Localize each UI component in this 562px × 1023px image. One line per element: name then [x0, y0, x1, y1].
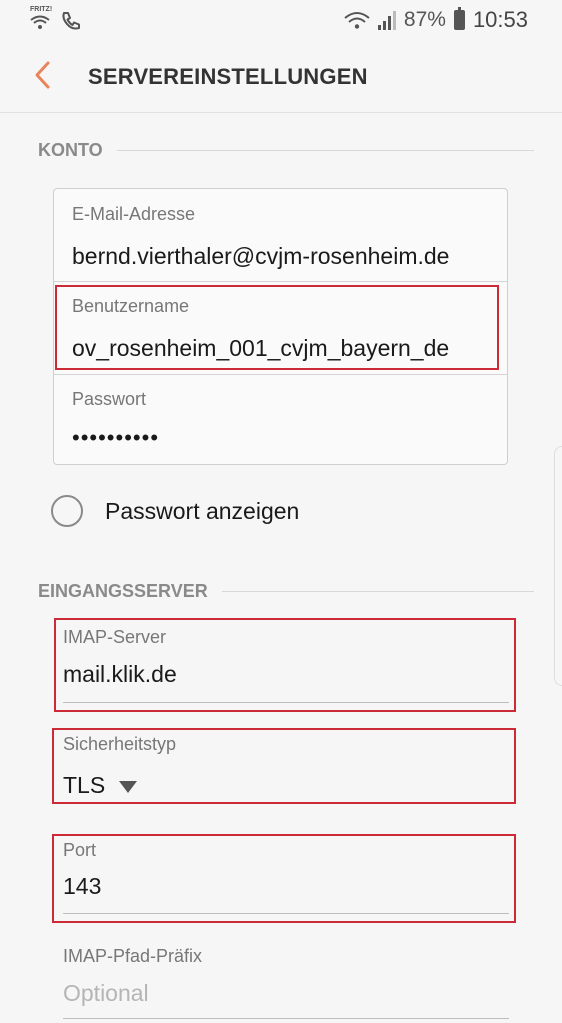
status-bar-right: 87% 10:53 — [344, 7, 528, 33]
section-header-incoming: EINGANGSSERVER — [38, 579, 534, 603]
email-label: E-Mail-Adresse — [72, 204, 196, 224]
battery-percent: 87% — [403, 8, 446, 31]
wifi-icon: FRITZ! — [30, 6, 53, 30]
imap-server-highlight-box — [54, 618, 516, 712]
email-field[interactable]: E-Mail-Adresse bernd.vierthaler@cvjm-ros… — [54, 189, 507, 281]
section-title-account: KONTO — [38, 139, 103, 160]
username-highlight-box — [55, 285, 499, 370]
password-label: Passwort — [72, 389, 147, 409]
section-title-incoming: EINGANGSSERVER — [38, 580, 208, 601]
status-bar: FRITZ! 87% 10:53 — [0, 0, 562, 40]
fritz-label: FRITZ! — [30, 6, 53, 13]
section-divider — [221, 590, 534, 592]
imap-prefix-input[interactable]: Optional — [63, 980, 149, 1007]
status-bar-left: FRITZ! — [30, 6, 82, 32]
show-password-label[interactable]: Passwort anzeigen — [105, 498, 299, 525]
page-title: SERVEREINSTELLUNGEN — [88, 64, 368, 89]
clock: 10:53 — [472, 7, 528, 32]
section-header-account: KONTO — [38, 138, 534, 162]
show-password-radio[interactable] — [51, 495, 83, 527]
scrollbar[interactable] — [554, 446, 562, 686]
back-arrow-icon[interactable] — [32, 60, 54, 90]
email-value[interactable]: bernd.vierthaler@cvjm-rosenheim.de — [72, 243, 449, 270]
battery-icon — [453, 7, 465, 30]
imap-prefix-underline — [63, 1018, 509, 1019]
password-field[interactable]: Passwort •••••••••• — [54, 375, 507, 467]
port-highlight-box — [52, 834, 516, 923]
password-value[interactable]: •••••••••• — [72, 425, 159, 451]
phone-icon — [62, 12, 80, 30]
imap-prefix-label: IMAP-Pfad-Präfix — [63, 946, 203, 966]
wifi-signal-icon — [344, 12, 370, 29]
app-header: SERVEREINSTELLUNGEN — [0, 40, 562, 113]
cell-signal-icon — [377, 11, 396, 30]
section-divider — [116, 149, 534, 151]
security-type-highlight-box — [52, 728, 516, 804]
